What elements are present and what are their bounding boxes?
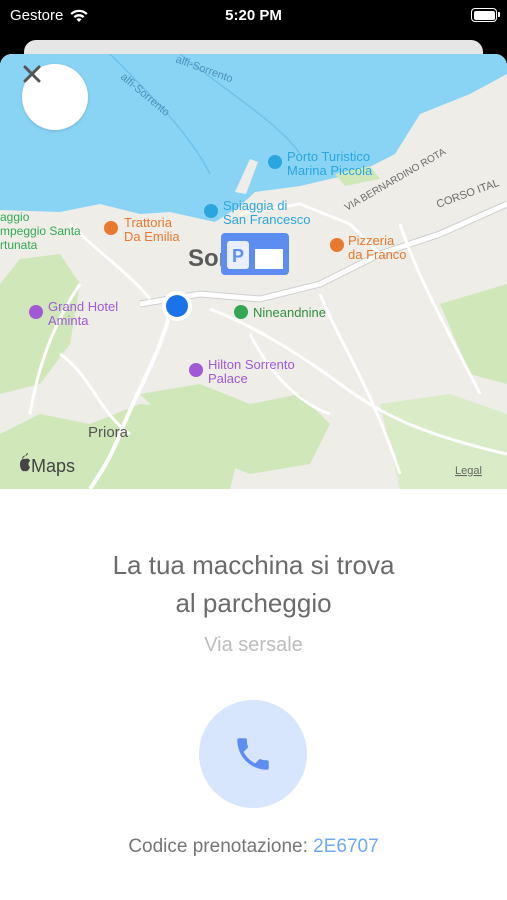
pizza-icon <box>330 238 344 252</box>
map-label-port: Porto Turistico <box>287 149 370 164</box>
title-line-1: La tua macchina si trova <box>112 550 395 580</box>
map-label-shop: Nineandnine <box>253 305 326 320</box>
map-label-camping: mpeggio Santa <box>0 224 81 238</box>
hotel-icon <box>189 363 203 377</box>
booking-info: Codice prenotazione: 2E6707 <box>0 836 507 858</box>
title-line-2: al parcheggio <box>175 588 332 618</box>
restaurant-icon <box>104 221 118 235</box>
phone-icon <box>237 738 269 770</box>
map-label-beach: Spiaggia di <box>223 198 287 213</box>
map-label-trattoria: Trattoria <box>124 215 173 230</box>
map-label-hotel: Aminta <box>48 313 89 328</box>
beach-icon <box>204 204 218 218</box>
map-label-camping: rtunata <box>0 238 38 252</box>
parking-address: Via sersale <box>204 634 303 656</box>
map-view[interactable]: alfi-Sorrento alfi-Sorrento Porto Turist… <box>0 54 507 489</box>
parking-card: alfi-Sorrento alfi-Sorrento Porto Turist… <box>0 54 507 900</box>
maps-brand: Maps <box>31 456 75 476</box>
map-label-hotel: Grand Hotel <box>48 299 118 314</box>
map-label-priora: Priora <box>88 424 129 441</box>
booking-code[interactable]: 2E6707 <box>313 836 379 857</box>
green-area <box>380 394 507 489</box>
close-icon <box>23 65 41 83</box>
battery-icon <box>471 8 500 22</box>
map-label-trattoria: Da Emilia <box>124 229 180 244</box>
map-label-pizzeria: Pizzeria <box>348 233 395 248</box>
close-button[interactable] <box>22 64 88 130</box>
call-button[interactable] <box>199 700 307 808</box>
legal-link[interactable]: Legal <box>455 465 482 477</box>
hotel-icon <box>29 305 43 319</box>
map-label-hilton: Palace <box>208 371 248 386</box>
shop-icon <box>234 305 248 319</box>
booking-label: Codice prenotazione: <box>128 836 308 857</box>
parking-letter: P <box>232 246 244 266</box>
harbor-icon <box>268 155 282 169</box>
map-label-camping: aggio <box>0 210 30 224</box>
map-label-port: Marina Piccola <box>287 163 373 178</box>
map-label-beach: San Francesco <box>223 212 310 227</box>
map-label-pizzeria: da Franco <box>348 247 407 262</box>
status-bar: Gestore 5:20 PM <box>0 0 507 32</box>
location-title: La tua macchina si trova al parcheggio <box>0 546 507 622</box>
map-label-hilton: Hilton Sorrento <box>208 357 295 372</box>
status-time: 5:20 PM <box>225 7 282 24</box>
